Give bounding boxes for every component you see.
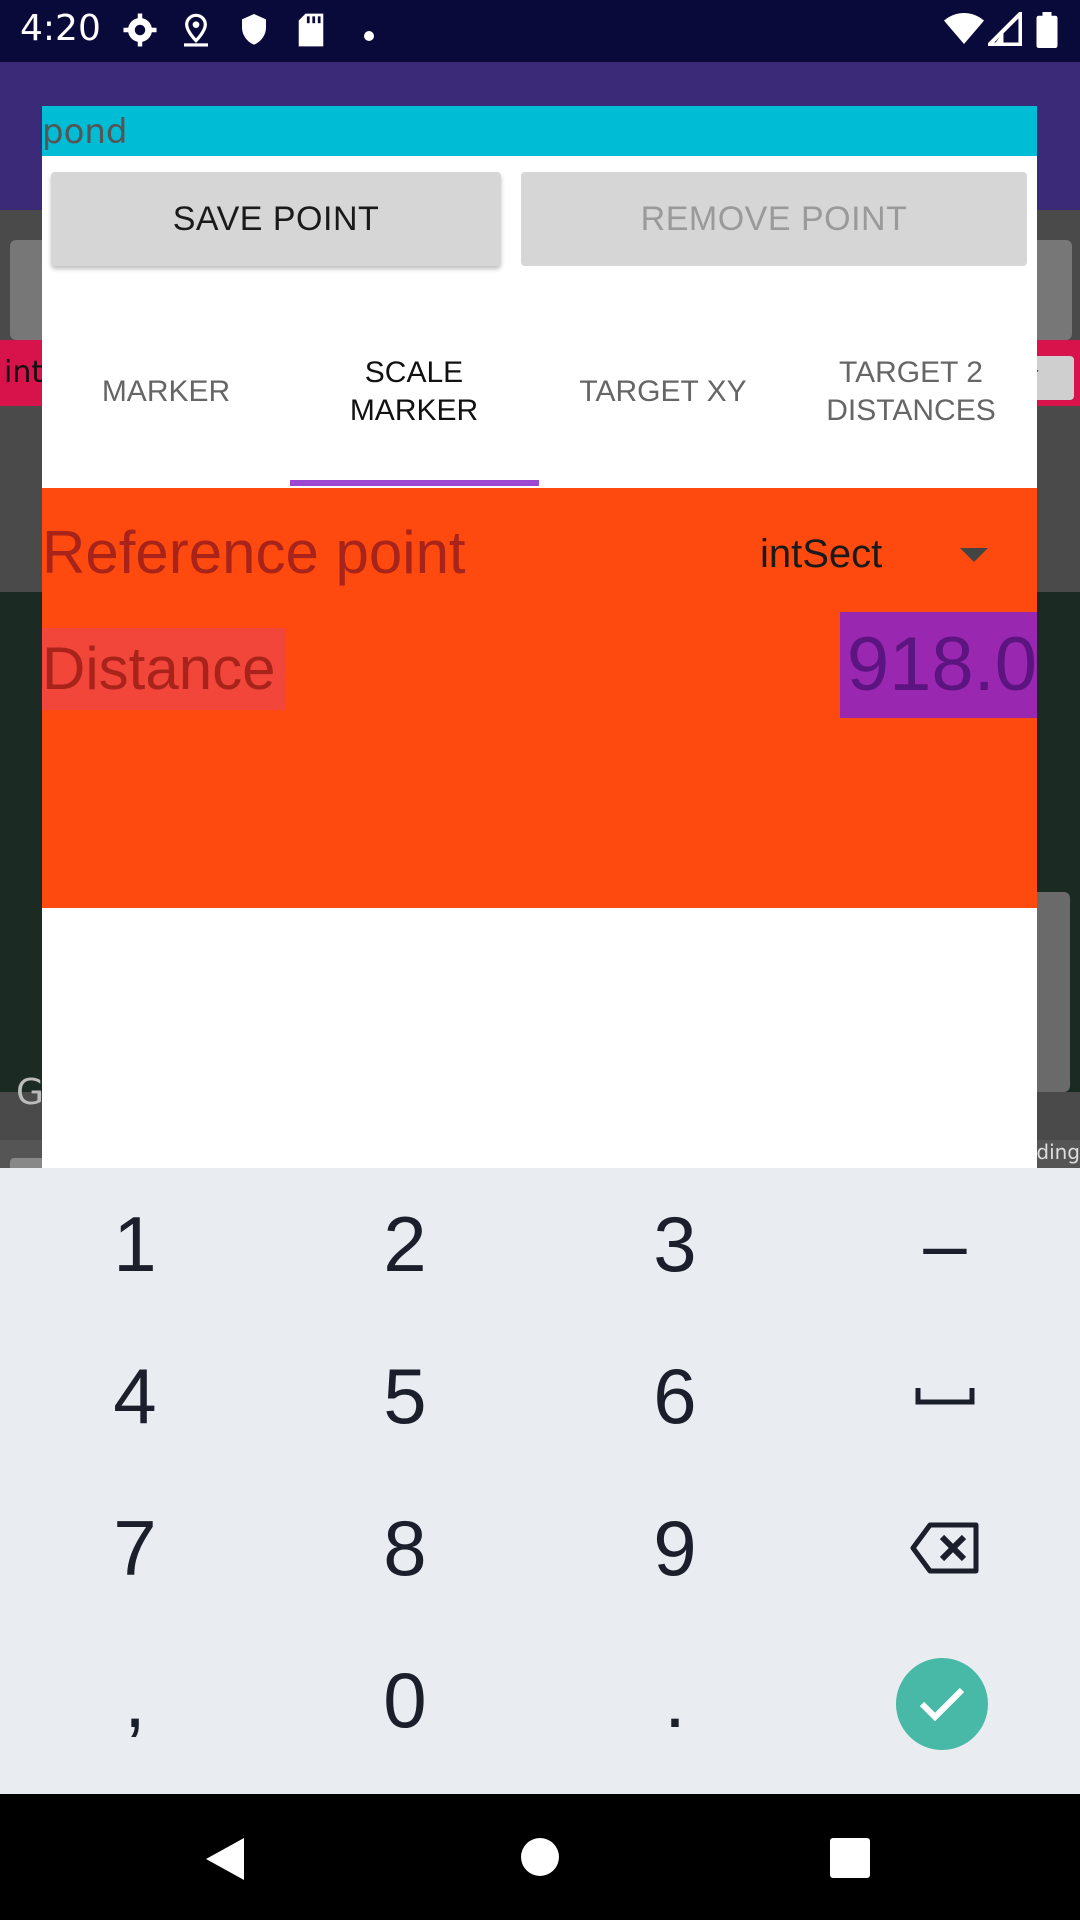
gear-icon [122, 12, 158, 52]
background-g-text: G [16, 1072, 44, 1113]
back-icon[interactable] [204, 1836, 246, 1886]
reference-point-value: intSect [760, 532, 883, 576]
point-dialog: pond SAVE POINT REMOVE POINT MARKER SCAL… [42, 106, 1037, 1168]
scale-marker-panel: Reference point intSect Distance 918.0 [42, 488, 1037, 908]
tab-label: TARGET 2 DISTANCES [826, 356, 996, 427]
backspace-icon [910, 1522, 979, 1574]
dropdown-arrow-icon [960, 548, 988, 562]
status-time: 4:20 [20, 8, 101, 49]
home-icon[interactable] [520, 1837, 560, 1881]
cell-signal-icon [984, 8, 1023, 50]
sd-card-icon [296, 12, 326, 52]
key-backspace[interactable] [810, 1472, 1080, 1624]
background-pink-text: int [4, 355, 44, 390]
key-3[interactable]: 3 [540, 1168, 810, 1320]
background-button [1032, 240, 1072, 340]
key-8[interactable]: 8 [270, 1472, 540, 1624]
key-7[interactable]: 7 [0, 1472, 270, 1624]
space-icon [915, 1388, 975, 1405]
key-5[interactable]: 5 [270, 1320, 540, 1472]
tab-label: TARGET XY [579, 375, 747, 408]
distance-input[interactable]: 918.0 [840, 612, 1037, 718]
key-6[interactable]: 6 [540, 1320, 810, 1472]
tab-label: SCALE MARKER [349, 356, 479, 427]
key-comma[interactable]: , [0, 1624, 270, 1776]
tab-label: MARKER [101, 375, 231, 408]
key-9[interactable]: 9 [540, 1472, 810, 1624]
background-reading-text: ding [1036, 1140, 1080, 1164]
dialog-title: pond [42, 106, 1037, 156]
reference-point-label: Reference point [42, 519, 466, 586]
distance-label: Distance [42, 628, 286, 710]
key-minus[interactable]: – [810, 1168, 1080, 1320]
save-point-button[interactable]: SAVE POINT [51, 172, 501, 266]
tab-target-xy[interactable]: TARGET XY [539, 296, 787, 488]
tab-target-2-distances[interactable]: TARGET 2 DISTANCES [787, 296, 1035, 488]
navigation-bar [0, 1794, 1080, 1920]
key-1[interactable]: 1 [0, 1168, 270, 1320]
checkmark-icon [919, 1687, 965, 1722]
key-period[interactable]: . [540, 1624, 810, 1776]
shield-icon [238, 12, 270, 52]
reference-point-spinner[interactable]: intSect [742, 508, 1037, 598]
battery-icon [1036, 12, 1058, 52]
remove-point-button[interactable]: REMOVE POINT [521, 172, 1027, 266]
tab-marker[interactable]: MARKER [42, 296, 290, 488]
key-space[interactable] [810, 1320, 1080, 1472]
key-2[interactable]: 2 [270, 1168, 540, 1320]
status-bar: 4:20 [0, 0, 1080, 62]
dot-icon [364, 26, 374, 45]
tab-bar: MARKER SCALE MARKER TARGET XY TARGET 2 D… [42, 296, 1037, 488]
key-4[interactable]: 4 [0, 1320, 270, 1472]
tab-scale-marker[interactable]: SCALE MARKER [290, 296, 538, 488]
enter-key[interactable] [896, 1658, 988, 1750]
wifi-icon [944, 12, 984, 50]
recents-icon[interactable] [830, 1838, 870, 1882]
location-icon [180, 12, 212, 52]
key-0[interactable]: 0 [270, 1624, 540, 1776]
tab-indicator [290, 480, 539, 486]
